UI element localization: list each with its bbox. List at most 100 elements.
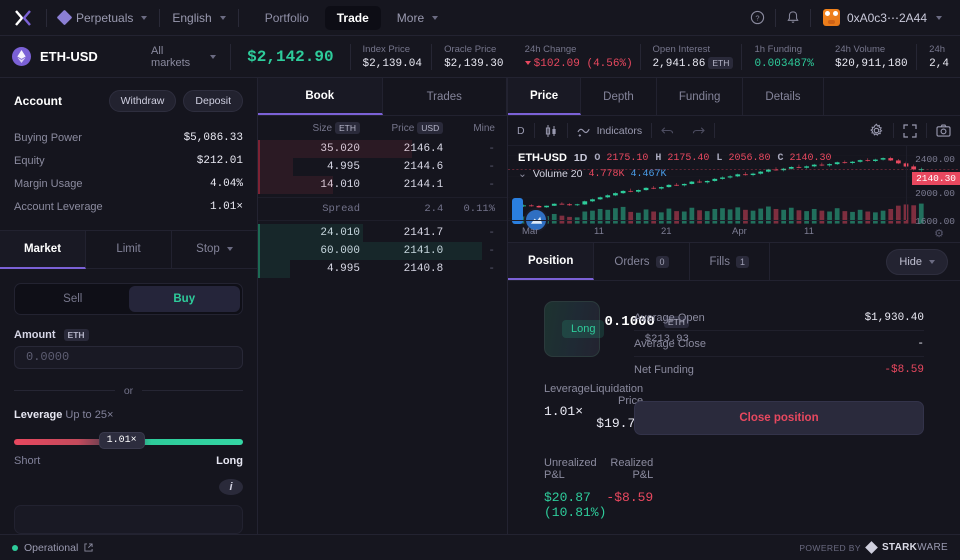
powered-by: POWERED BY STARKWARE [799, 541, 948, 554]
tab-price[interactable]: Price [508, 78, 582, 115]
legend-open: O 2175.10 [594, 152, 649, 164]
nav-link-more[interactable]: More [385, 11, 450, 25]
price-chart[interactable]: ETH-USD 1D O 2175.10 H 2175.40 L 2056.80… [508, 146, 960, 242]
chart-toolbar: D Indicators [508, 116, 960, 146]
amount-input[interactable]: 0.0000 [14, 345, 243, 369]
table-row[interactable]: 24.010 2141.7 - [258, 224, 507, 242]
close-position-button[interactable]: Close position [634, 401, 924, 435]
wallet-address: 0xA0c3⋯2A44 [846, 10, 927, 25]
stat-value: $2,139.04 [362, 57, 422, 70]
chart-x-axis[interactable]: Mar 11 21 Apr 11 [508, 220, 906, 242]
leverage-slider[interactable]: 1.01× [14, 431, 243, 449]
account-row-equity: Equity $212.01 [14, 149, 243, 172]
tab-stop[interactable]: Stop [172, 231, 257, 269]
account-row-margin-usage: Margin Usage 4.04% [14, 172, 243, 195]
market-price: $2,142.90 [247, 47, 334, 66]
tab-limit[interactable]: Limit [86, 230, 172, 269]
stat-label: 24h Volume [835, 43, 886, 55]
info-icon[interactable]: i [219, 478, 243, 496]
chart-type-button[interactable] [535, 116, 567, 146]
tab-position[interactable]: Position [508, 243, 595, 280]
tab-trades[interactable]: Trades [383, 78, 507, 115]
indicators-label: Indicators [596, 124, 643, 137]
tab-book[interactable]: Book [258, 78, 383, 115]
app-logo[interactable] [0, 8, 46, 28]
nav-link-portfolio[interactable]: Portfolio [253, 6, 321, 30]
interval-selector[interactable]: D [508, 116, 534, 146]
chevron-down-icon [219, 15, 226, 20]
row-value: $212.01 [196, 154, 243, 167]
metric-leverage: Leverage 1.01× [544, 383, 590, 431]
trading-app: Perpetuals English Portfolio Trade More … [0, 0, 960, 560]
notifications-button[interactable] [776, 0, 810, 36]
row-value: $5,086.33 [183, 131, 243, 144]
fills-count-badge: 1 [736, 255, 750, 268]
account-actions: Withdraw Deposit [108, 90, 243, 112]
account-row-account-leverage: Account Leverage 1.01× [14, 195, 243, 218]
status-indicator[interactable]: Operational [12, 542, 93, 554]
table-row[interactable]: 35.020 2146.4 - [258, 140, 507, 158]
redo-button[interactable] [683, 116, 714, 146]
tab-funding[interactable]: Funding [657, 78, 744, 115]
slider-handle[interactable]: 1.01× [98, 431, 145, 449]
indicators-button[interactable]: Indicators [568, 116, 652, 146]
nav-link-trade[interactable]: Trade [324, 5, 381, 30]
table-row[interactable]: 60.000 2141.0 - [258, 242, 507, 260]
chart-settings-button[interactable] [860, 116, 893, 146]
fullscreen-button[interactable] [894, 116, 926, 146]
withdraw-button[interactable]: Withdraw [108, 90, 177, 112]
undo-button[interactable] [652, 116, 683, 146]
tab-market[interactable]: Market [0, 230, 86, 269]
stat-label: Index Price [362, 43, 411, 55]
svg-text:?: ? [756, 14, 760, 23]
tab-fills[interactable]: Fills 1 [690, 243, 771, 280]
stat-oracle-price: Oracle Price $2,139.30 [432, 44, 513, 70]
slider-endpoints: Short Long [14, 455, 243, 467]
help-button[interactable]: ? [741, 0, 775, 36]
stat-value: $2,139.30 [444, 57, 504, 70]
candlestick-icon [545, 124, 556, 137]
powered-by-label: POWERED BY [799, 542, 861, 553]
chart-legend-ohlc: ETH-USD 1D O 2175.10 H 2175.40 L 2056.80… [518, 152, 832, 164]
long-label: Long [216, 454, 243, 467]
bid-price: 2140.8 [403, 263, 444, 275]
market-selector[interactable]: ETH-USD [0, 47, 151, 66]
x-tick: 11 [804, 226, 814, 237]
deposit-button[interactable]: Deposit [183, 90, 243, 112]
sell-button[interactable]: Sell [17, 286, 129, 312]
account-header: Account Withdraw Deposit [0, 78, 257, 122]
product-selector[interactable]: Perpetuals [47, 9, 159, 26]
tab-depth[interactable]: Depth [581, 78, 657, 115]
table-row[interactable]: 4.995 2140.8 - [258, 260, 507, 278]
chart-y-axis[interactable]: 2400.00 2140.30 2000.00 1600.00 1200.00 [906, 146, 960, 227]
chevron-down-icon[interactable]: ⌄ [518, 168, 527, 180]
diamond-icon [56, 9, 73, 26]
col-mine: Mine [473, 123, 495, 134]
all-markets-dropdown[interactable]: All markets [151, 45, 230, 69]
main-body: Account Withdraw Deposit Buying Power $5… [0, 78, 960, 534]
stat-24h-trades-truncated: 24h 2,4 [917, 44, 960, 70]
stat-label: 1h Funding [754, 43, 802, 55]
buy-button[interactable]: Buy [128, 285, 240, 312]
external-link-icon [84, 543, 93, 552]
stat-open-interest: Open Interest 2,941.86 ETH [641, 44, 742, 70]
position-metrics-row-1: Leverage 1.01× Liquidation Price $19.79 [544, 383, 643, 431]
screenshot-button[interactable] [927, 116, 960, 146]
metric-label: Unrealized P&L [544, 457, 597, 481]
spread-label: Spread [322, 203, 360, 215]
language-selector[interactable]: English [160, 11, 237, 25]
chart-axis-settings-icon[interactable]: ⚙ [934, 227, 944, 240]
market-ticker: ETH-USD [40, 49, 98, 64]
tab-orders[interactable]: Orders 0 [594, 243, 690, 280]
divider [714, 123, 716, 138]
hide-button[interactable]: Hide [886, 249, 948, 275]
table-row[interactable]: 14.010 2144.1 - [258, 176, 507, 194]
top-navigation: Perpetuals English Portfolio Trade More … [0, 0, 960, 36]
stat-label: Open Interest [652, 43, 711, 55]
wallet-button[interactable]: 0xA0c3⋯2A44 [811, 9, 948, 26]
y-tick: 1600.00 [915, 216, 955, 227]
account-row-buying-power: Buying Power $5,086.33 [14, 126, 243, 149]
tab-details[interactable]: Details [743, 78, 824, 115]
right-panel: Price Depth Funding Details D Indicators… [508, 78, 960, 534]
table-row[interactable]: 4.995 2144.6 - [258, 158, 507, 176]
